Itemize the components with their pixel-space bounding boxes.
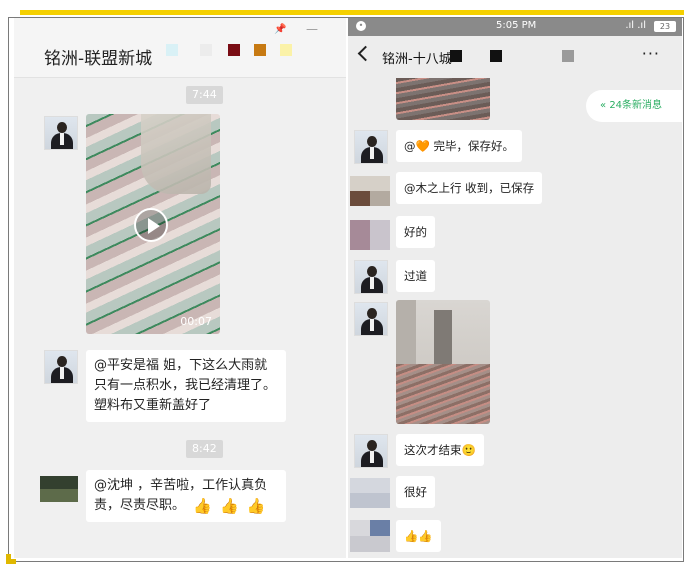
screenshot-frame: 铭洲-联盟新城 📌 — 7:44 00:07 @平安是福 姐，下这么大雨就只有一… — [0, 0, 694, 572]
redacted-block — [254, 44, 266, 56]
desktop-chat-window: 铭洲-联盟新城 📌 — 7:44 00:07 @平安是福 姐，下这么大雨就只有一… — [14, 18, 346, 558]
thumbs-up-icon: 👍 — [246, 496, 266, 515]
message-bubble: 好的 — [396, 216, 435, 248]
yellow-border — [20, 10, 684, 15]
avatar[interactable] — [354, 302, 388, 336]
nav-bar: 铭洲-十八城 ··· — [348, 36, 682, 78]
avatar[interactable] — [350, 176, 390, 206]
pin-icon[interactable]: 📌 — [274, 24, 286, 35]
message-text: @沈坤 ，辛苦啦，工作认真负责，尽责尽职。 — [94, 478, 268, 513]
chat-header: 铭洲-联盟新城 📌 — — [14, 18, 346, 78]
video-thumbnail — [141, 114, 211, 194]
message-bubble: @🧡 完毕，保存好。 — [396, 130, 522, 162]
avatar[interactable] — [350, 220, 390, 250]
redacted-block — [166, 44, 178, 56]
message-bubble: 过道 — [396, 260, 435, 292]
redacted-block — [200, 44, 212, 56]
avatar[interactable] — [44, 350, 78, 384]
redacted-block — [450, 50, 462, 62]
image-message[interactable] — [396, 300, 490, 424]
chevron-up-icon: « — [600, 100, 607, 111]
message-bubble: @木之上行 收到，已保存 — [396, 172, 543, 204]
minimize-icon[interactable]: — — [306, 22, 318, 36]
message-bubble: @平安是福 姐，下这么大雨就只有一点积水，我已经清理了。塑料布又重新盖好了 — [86, 350, 286, 422]
redacted-block — [280, 44, 292, 56]
video-message[interactable]: 00:07 — [86, 114, 220, 334]
video-duration: 00:07 — [180, 315, 212, 328]
avatar[interactable] — [350, 520, 390, 552]
timestamp: 7:44 — [186, 86, 223, 104]
avatar[interactable] — [350, 478, 390, 508]
battery-icon: 23 — [654, 21, 676, 32]
message-bubble: 👍👍 — [396, 520, 441, 552]
redacted-block — [562, 50, 574, 62]
image-message[interactable] — [396, 78, 490, 120]
thumbs-up-icon: 👍 — [193, 496, 212, 515]
new-messages-badge[interactable]: « 24条新消息 — [586, 90, 682, 122]
redacted-block — [228, 44, 240, 56]
message-bubble: @沈坤 ，辛苦啦，工作认真负责，尽责尽职。 👍 👍 👍 — [86, 470, 286, 522]
avatar[interactable] — [354, 260, 388, 294]
status-bar: • 5:05 PM .ıl .ıl 23 — [348, 18, 682, 36]
avatar[interactable] — [354, 434, 388, 468]
new-messages-label: 24条新消息 — [609, 100, 663, 111]
message-bubble: 这次才结束🙂 — [396, 434, 484, 466]
avatar[interactable] — [44, 116, 78, 150]
redacted-block — [490, 50, 502, 62]
chat-title: 铭洲-联盟新城 — [44, 49, 153, 69]
status-time: 5:05 PM — [496, 20, 537, 31]
timestamp: 8:42 — [186, 440, 223, 458]
back-icon[interactable] — [357, 45, 374, 62]
thumbs-up-icon: 👍 — [219, 496, 239, 515]
more-icon[interactable]: ··· — [642, 44, 660, 63]
mobile-chat-screen: • 5:05 PM .ıl .ıl 23 铭洲-十八城 ··· « 24条新消息… — [348, 18, 682, 558]
play-icon[interactable] — [134, 208, 168, 242]
notification-icon: • — [356, 21, 366, 31]
avatar[interactable] — [40, 476, 78, 502]
signal-icon: .ıl .ıl — [625, 20, 646, 31]
chat-title: 铭洲-十八城 — [382, 52, 452, 67]
avatar[interactable] — [354, 130, 388, 164]
message-bubble: 很好 — [396, 476, 435, 508]
